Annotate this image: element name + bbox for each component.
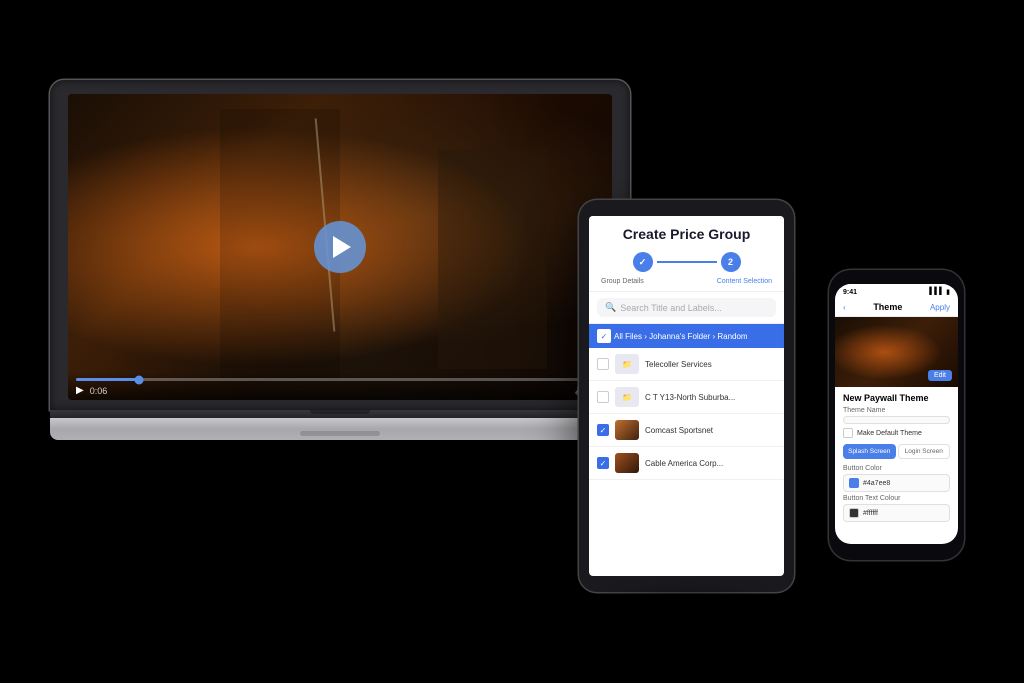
breadcrumb-text: All Files › Johanna's Folder › Random [614, 332, 748, 341]
progress-thumb[interactable] [135, 375, 144, 384]
file-row-2[interactable]: 📁 C T Y13-North Suburba... [589, 381, 784, 414]
step-1-label: Group Details [601, 278, 644, 285]
tablet: Create Price Group ✓ 2 Group Details Con… [579, 200, 794, 592]
step-1-circle: ✓ [633, 252, 653, 272]
file-name-1: Telecoller Services [645, 360, 776, 369]
file-name-4: Cable America Corp... [645, 459, 776, 468]
file-name-3: Comcast Sportsnet [645, 426, 776, 435]
tablet-file-list: 📁 Telecoller Services 📁 C T Y13-North Su… [589, 348, 784, 480]
phone-back-button[interactable]: ‹ [843, 303, 846, 312]
file-row[interactable]: 📁 Telecoller Services [589, 348, 784, 381]
video-bottom-controls: ▶ 0:06 🔊 ⛶ [76, 385, 604, 396]
battery-icon: ▮ [946, 288, 950, 296]
file-name-2: C T Y13-North Suburba... [645, 393, 776, 402]
tab-splash-screen[interactable]: Splash Screen [843, 444, 896, 459]
file-checkbox-2[interactable] [597, 391, 609, 403]
progress-bar[interactable] [76, 378, 604, 381]
theme-name-label: Theme Name [843, 407, 950, 414]
video-controls: ▶ 0:06 🔊 ⛶ [68, 372, 612, 400]
step-2-label: Content Selection [717, 278, 772, 285]
step-line [657, 261, 717, 263]
tablet-breadcrumb: ✓ All Files › Johanna's Folder › Random [589, 324, 784, 348]
default-theme-row: Make Default Theme [843, 428, 950, 438]
phone-theme-section: New Paywall Theme Theme Name Make Defaul… [835, 387, 958, 531]
phone-header: ‹ Theme Apply [835, 298, 958, 317]
file-checkbox-1[interactable] [597, 358, 609, 370]
default-theme-label: Make Default Theme [857, 430, 922, 437]
wizard-steps: ✓ 2 [599, 252, 774, 272]
phone-notch [879, 276, 915, 282]
search-placeholder: Search Title and Labels... [620, 303, 722, 313]
tablet-screen: Create Price Group ✓ 2 Group Details Con… [589, 216, 784, 576]
guitarist-silhouette [438, 149, 547, 369]
file-row-3[interactable]: ✓ Comcast Sportsnet [589, 414, 784, 447]
play-triangle-icon [333, 236, 351, 258]
folder-icon-1: 📁 [615, 354, 639, 374]
tablet-search: 🔍 Search Title and Labels... [589, 292, 784, 324]
breadcrumb-check: ✓ [597, 329, 611, 343]
folder-icon-2: 📁 [615, 387, 639, 407]
step-labels: Group Details Content Selection [599, 278, 774, 285]
phone-title: Theme [873, 302, 902, 312]
button-text-color-label: Button Text Colour [843, 495, 950, 502]
search-icon: 🔍 [605, 302, 616, 313]
tab-login-screen[interactable]: Login Screen [898, 444, 951, 459]
file-row-4[interactable]: ✓ Cable America Corp... [589, 447, 784, 480]
play-button[interactable] [314, 221, 366, 273]
screen-tabs: Splash Screen Login Screen [843, 444, 950, 459]
laptop-screen-inner: ▶ 0:06 🔊 ⛶ [68, 94, 612, 400]
search-box[interactable]: 🔍 Search Title and Labels... [597, 298, 776, 317]
phone-status-icons: ▌▌▌ ▮ [929, 288, 950, 296]
button-text-color-value: #ffffff [863, 510, 878, 517]
phone: 9:41 ▌▌▌ ▮ ‹ Theme Apply Edit [829, 270, 964, 560]
time-display: 0:06 [90, 386, 108, 396]
laptop: ▶ 0:06 🔊 ⛶ [50, 80, 630, 440]
scene: ▶ 0:06 🔊 ⛶ Create Price Group ✓ [0, 0, 1024, 683]
laptop-screen-outer: ▶ 0:06 🔊 ⛶ [50, 80, 630, 410]
file-checkbox-3[interactable]: ✓ [597, 424, 609, 436]
phone-section-title: New Paywall Theme [843, 393, 950, 403]
phone-outer: 9:41 ▌▌▌ ▮ ‹ Theme Apply Edit [829, 270, 964, 560]
phone-hero-image: Edit [835, 317, 958, 387]
phone-screen: 9:41 ▌▌▌ ▮ ‹ Theme Apply Edit [835, 284, 958, 544]
button-text-color-swatch [849, 508, 859, 518]
phone-time: 9:41 [843, 289, 857, 296]
step-2-circle: 2 [721, 252, 741, 272]
tablet-title: Create Price Group [599, 226, 774, 242]
progress-fill [76, 378, 139, 381]
laptop-hinge [50, 410, 630, 418]
file-checkbox-4[interactable]: ✓ [597, 457, 609, 469]
tablet-header: Create Price Group ✓ 2 Group Details Con… [589, 216, 784, 292]
button-text-color-input[interactable]: #ffffff [843, 504, 950, 522]
video-icon-2 [615, 453, 639, 473]
laptop-base [50, 418, 630, 440]
default-theme-checkbox[interactable] [843, 428, 853, 438]
button-color-input[interactable]: #4a7ee8 [843, 474, 950, 492]
button-color-label: Button Color [843, 465, 950, 472]
tablet-shadow [601, 587, 773, 607]
signal-icon: ▌▌▌ [929, 288, 944, 296]
phone-status-bar: 9:41 ▌▌▌ ▮ [835, 284, 958, 298]
button-color-swatch [849, 478, 859, 488]
tablet-outer: Create Price Group ✓ 2 Group Details Con… [579, 200, 794, 592]
play-icon-small[interactable]: ▶ [76, 385, 84, 396]
phone-edit-button[interactable]: Edit [928, 370, 952, 381]
video-icon-1 [615, 420, 639, 440]
phone-apply-button[interactable]: Apply [930, 303, 950, 312]
theme-name-input[interactable] [843, 416, 950, 424]
button-color-value: #4a7ee8 [863, 480, 890, 487]
